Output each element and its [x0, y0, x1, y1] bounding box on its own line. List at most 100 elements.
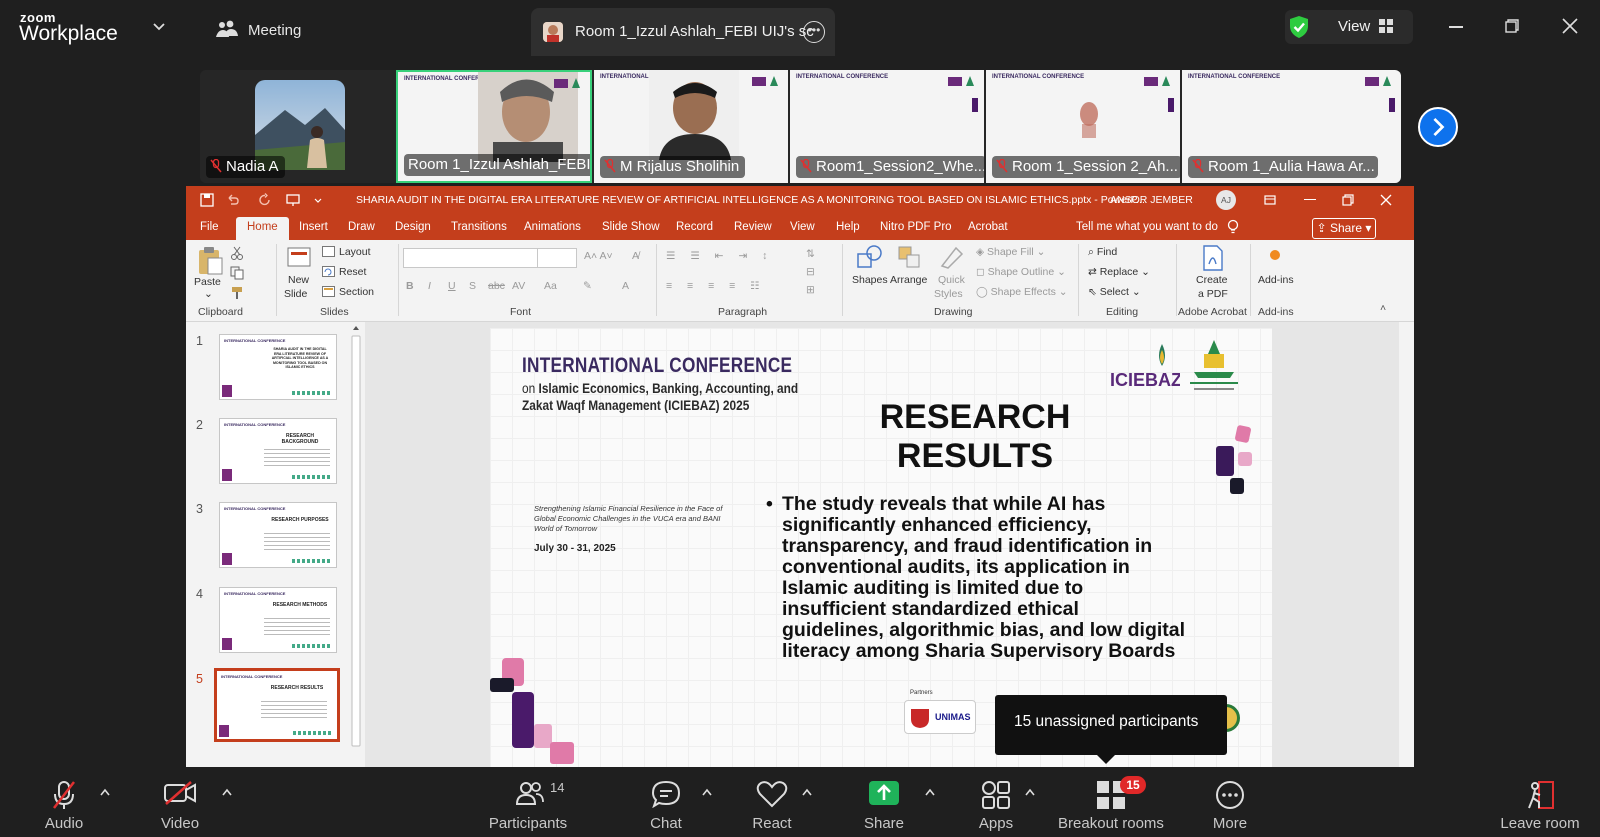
shared-screen-tab[interactable]: Room 1_Izzul Ashlah_FEBI UIJ's sc •••	[531, 8, 835, 56]
tab-insert[interactable]: Insert	[299, 221, 328, 233]
apdf-label[interactable]: a PDF	[1198, 288, 1228, 300]
collapse-ribbon-icon[interactable]: ˄	[1380, 302, 1386, 314]
layout-label[interactable]: Layout	[339, 246, 371, 258]
chat-options-icon[interactable]	[702, 788, 712, 796]
share-button[interactable]: ⇪ Share ▾	[1312, 218, 1376, 239]
align-icons[interactable]: ≡ ≡ ≡ ≡ ☷	[666, 280, 766, 292]
shapes-label[interactable]: Shapes	[852, 274, 888, 286]
new-slide-label[interactable]: New	[288, 274, 309, 286]
section-label[interactable]: Section	[339, 286, 374, 298]
participant-tile[interactable]: INTERNATIONAL CONFERENCE Room1_Session2_…	[790, 70, 984, 183]
breakout-rooms-button[interactable]: Breakout rooms	[1052, 770, 1170, 837]
font-color-icon[interactable]: A	[622, 280, 629, 292]
slide-thumbnail-3[interactable]: INTERNATIONAL CONFERENCE RESEARCH PURPOSE…	[219, 502, 337, 568]
cut-icon[interactable]	[230, 246, 244, 260]
italic-icon[interactable]: I	[428, 280, 431, 292]
gallery-next-icon[interactable]	[1418, 107, 1458, 147]
font-size-input[interactable]	[537, 248, 577, 268]
underline-icon[interactable]: U	[448, 280, 456, 292]
clear-format-icon[interactable]: A̸	[632, 250, 639, 262]
new-slide-label-2[interactable]: Slide	[284, 288, 307, 300]
audio-options-icon[interactable]	[100, 788, 110, 796]
apps-options-icon[interactable]	[1025, 788, 1035, 796]
copy-icon[interactable]	[230, 266, 244, 280]
thumbnails-scrollbar[interactable]	[350, 322, 362, 750]
tab-more-icon[interactable]: •••	[803, 21, 825, 43]
ribbon-display-icon[interactable]	[1264, 194, 1276, 206]
char-spacing-icon[interactable]: AV	[512, 280, 525, 292]
reset-icon[interactable]	[322, 266, 335, 277]
chevron-down-icon[interactable]	[152, 20, 166, 34]
add-ins-label[interactable]: Add-ins	[1258, 274, 1294, 286]
strikethrough-icon[interactable]: abc	[488, 280, 505, 292]
reset-label[interactable]: Reset	[339, 266, 366, 278]
tab-home[interactable]: Home	[236, 217, 289, 240]
paste-caret[interactable]: ⌄	[204, 288, 213, 300]
create-pdf-icon[interactable]	[1200, 244, 1226, 272]
security-shield-icon[interactable]	[1288, 15, 1310, 39]
shapes-icon[interactable]	[856, 244, 884, 270]
list-icons[interactable]: ☰ ☰ ⇤ ⇥ ↕	[666, 250, 773, 262]
close-icon[interactable]	[1562, 18, 1578, 34]
tab-animations[interactable]: Animations	[524, 221, 581, 233]
highlight-icon[interactable]: ✎	[583, 280, 592, 292]
create-label[interactable]: Create	[1196, 274, 1228, 286]
smartart-icon[interactable]: ⊞	[806, 284, 815, 296]
user-avatar[interactable]: AJ	[1216, 190, 1236, 210]
arrange-icon[interactable]	[896, 244, 924, 270]
tab-record[interactable]: Record	[676, 221, 713, 233]
shape-effects-button[interactable]: ◯ Shape Effects ⌄	[976, 286, 1068, 298]
customize-toolbar-icon[interactable]	[314, 193, 322, 207]
audio-button[interactable]: Audio	[28, 770, 100, 837]
find-button[interactable]: ⌕ Find	[1088, 246, 1117, 259]
video-button[interactable]: Video	[144, 770, 216, 837]
presenter-icon[interactable]	[286, 193, 300, 207]
select-button[interactable]: ⇖ Select ⌄	[1088, 286, 1141, 298]
close-icon[interactable]	[1380, 194, 1392, 206]
apps-button[interactable]: Apps	[958, 770, 1034, 837]
quick-label[interactable]: Quick	[938, 274, 965, 286]
tab-draw[interactable]: Draw	[348, 221, 375, 233]
change-case-icon[interactable]: Aa	[544, 280, 557, 292]
section-icon[interactable]	[322, 286, 335, 297]
restore-icon[interactable]	[1342, 194, 1354, 206]
restore-icon[interactable]	[1505, 19, 1519, 33]
align-text-icon[interactable]: ⊟	[806, 266, 815, 278]
add-ins-icon[interactable]	[1268, 248, 1282, 262]
tab-acrobat[interactable]: Acrobat	[968, 221, 1008, 233]
paste-label[interactable]: Paste	[194, 276, 221, 288]
tab-review[interactable]: Review	[734, 221, 772, 233]
tell-me-search[interactable]: Tell me what you want to do	[1076, 221, 1218, 233]
bold-icon[interactable]: B	[406, 280, 414, 292]
font-name-input[interactable]	[403, 248, 539, 268]
paste-icon[interactable]	[196, 246, 224, 276]
slide-thumbnail-2[interactable]: INTERNATIONAL CONFERENCE RESEARCH BACKGRO…	[219, 418, 337, 484]
meeting-label[interactable]: Meeting	[248, 22, 301, 39]
tab-help[interactable]: Help	[836, 221, 860, 233]
shape-fill-button[interactable]: ◈ Shape Fill ⌄	[976, 246, 1045, 258]
leave-room-button[interactable]: Leave room	[1492, 770, 1588, 837]
slide-thumbnail-4[interactable]: INTERNATIONAL CONFERENCE RESEARCH METHODS	[219, 587, 337, 653]
replace-button[interactable]: ⇄ Replace ⌄	[1088, 266, 1150, 278]
participant-tile[interactable]: INTERNATIONAL CONFERENCE M Rijalus Sholi…	[594, 70, 788, 183]
slide-thumbnail-1[interactable]: INTERNATIONAL CONFERENCE SHARIA AUDIT IN …	[219, 334, 337, 400]
participant-tile[interactable]: INTERNATIONAL CONFERENCE Room 1_Izzul As…	[396, 70, 592, 183]
meeting-people-icon[interactable]	[216, 20, 238, 38]
text-direction-icon[interactable]: ⇅	[806, 248, 815, 260]
tab-design[interactable]: Design	[395, 221, 431, 233]
tab-view[interactable]: View	[790, 221, 815, 233]
save-icon[interactable]	[200, 193, 214, 207]
layout-icon[interactable]	[322, 246, 335, 257]
video-options-icon[interactable]	[222, 788, 232, 796]
shadow-icon[interactable]: S	[469, 280, 476, 292]
increase-font-icon[interactable]: A˄ A˅	[584, 250, 613, 262]
tab-file[interactable]: File	[200, 221, 219, 233]
participant-tile[interactable]: Nadia A	[200, 70, 394, 183]
share-screen-button[interactable]: Share	[846, 770, 922, 837]
tab-slide-show[interactable]: Slide Show	[602, 221, 660, 233]
react-options-icon[interactable]	[802, 788, 812, 796]
participant-tile[interactable]: INTERNATIONAL CONFERENCE Room 1_Aulia Ha…	[1182, 70, 1401, 183]
minimize-icon[interactable]	[1449, 26, 1463, 28]
minimize-icon[interactable]	[1304, 199, 1316, 200]
more-button[interactable]: More	[1192, 770, 1268, 837]
